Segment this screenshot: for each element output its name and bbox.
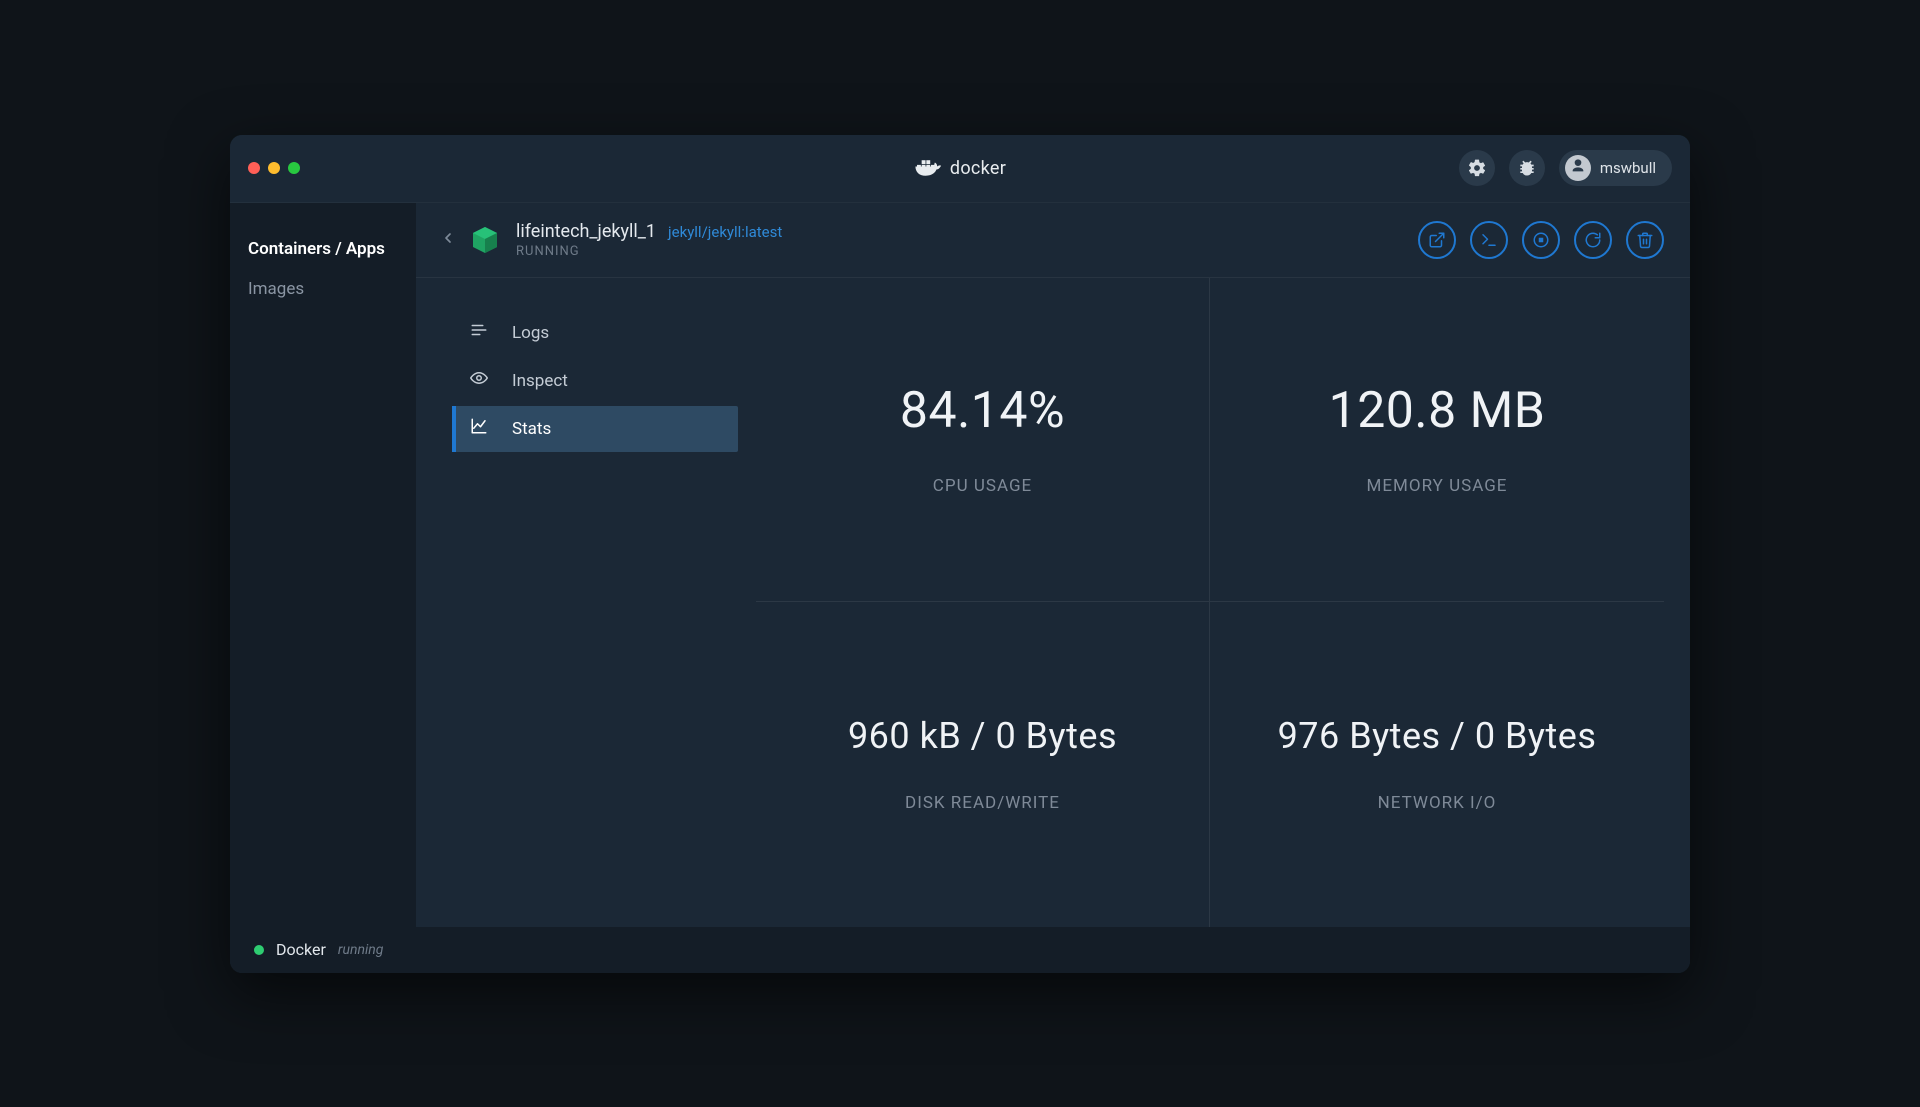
open-browser-button[interactable] [1418,221,1456,259]
chevron-left-icon [440,230,456,250]
engine-name: Docker [276,940,326,959]
sidebar-item-label: Images [248,279,304,299]
stat-disk-value: 960 kB / 0 Bytes [848,715,1117,757]
restart-icon [1584,231,1602,249]
section-item-logs[interactable]: Logs [452,310,738,356]
user-icon [1570,158,1586,178]
back-button[interactable] [430,222,466,258]
container-name: lifeintech_jekyll_1 [516,221,656,242]
sidebar-item-images[interactable]: Images [230,269,416,309]
gear-icon [1467,158,1487,178]
container-image-ref[interactable]: jekyll/jekyll:latest [668,223,782,241]
sidebar-item-label: Containers / Apps [248,239,385,259]
container-actions [1418,221,1664,259]
section-nav: Logs Inspect Stats [416,278,756,927]
stat-memory: 120.8 MB MEMORY USAGE [1210,278,1664,603]
app-window: docker mswbull [230,135,1690,973]
restart-button[interactable] [1574,221,1612,259]
bug-icon [1517,158,1537,178]
delete-button[interactable] [1626,221,1664,259]
stat-disk: 960 kB / 0 Bytes DISK READ/WRITE [756,602,1210,927]
docker-whale-icon [914,157,942,179]
terminal-icon [1480,231,1498,249]
stop-button[interactable] [1522,221,1560,259]
stat-network-value: 976 Bytes / 0 Bytes [1278,715,1597,757]
titlebar-right: mswbull [1459,150,1672,186]
titlebar: docker mswbull [230,135,1690,203]
stat-cpu-label: CPU USAGE [933,476,1032,496]
stat-network: 976 Bytes / 0 Bytes NETWORK I/O [1210,602,1664,927]
chart-icon [470,417,488,440]
stat-memory-label: MEMORY USAGE [1367,476,1508,496]
detail-body: Logs Inspect Stats [416,278,1690,927]
open-external-icon [1428,231,1446,249]
stat-cpu-value: 84.14% [900,382,1065,440]
section-item-inspect[interactable]: Inspect [452,358,738,404]
window-close-button[interactable] [248,162,260,174]
logs-icon [470,321,488,344]
stat-memory-value: 120.8 MB [1329,382,1546,440]
sidebar: Containers / Apps Images [230,203,416,927]
settings-button[interactable] [1459,150,1495,186]
statusbar: Docker running [230,927,1690,973]
window-minimize-button[interactable] [268,162,280,174]
brand: docker [914,157,1006,179]
window-zoom-button[interactable] [288,162,300,174]
container-heading: lifeintech_jekyll_1 jekyll/jekyll:latest… [516,221,782,259]
stat-disk-label: DISK READ/WRITE [905,793,1060,813]
account-chip[interactable]: mswbull [1559,150,1672,186]
section-item-label: Inspect [512,371,568,391]
eye-icon [470,369,488,392]
container-cube-icon [468,223,502,257]
main: lifeintech_jekyll_1 jekyll/jekyll:latest… [416,203,1690,927]
section-item-label: Stats [512,419,551,439]
window-controls [248,162,300,174]
stat-network-label: NETWORK I/O [1378,793,1497,813]
sidebar-item-containers[interactable]: Containers / Apps [230,229,416,269]
stop-icon [1532,231,1550,249]
section-item-label: Logs [512,323,549,343]
container-status: RUNNING [516,244,782,259]
troubleshoot-button[interactable] [1509,150,1545,186]
body: Containers / Apps Images [230,203,1690,927]
brand-label: docker [950,158,1006,179]
engine-status-dot [254,945,264,955]
account-username: mswbull [1600,159,1656,177]
engine-state: running [338,942,384,958]
cli-button[interactable] [1470,221,1508,259]
avatar [1565,155,1591,181]
detail-header: lifeintech_jekyll_1 jekyll/jekyll:latest… [416,203,1690,278]
trash-icon [1636,231,1654,249]
stats-grid: 84.14% CPU USAGE 120.8 MB MEMORY USAGE 9… [756,278,1690,927]
stat-cpu: 84.14% CPU USAGE [756,278,1210,603]
section-item-stats[interactable]: Stats [452,406,738,452]
